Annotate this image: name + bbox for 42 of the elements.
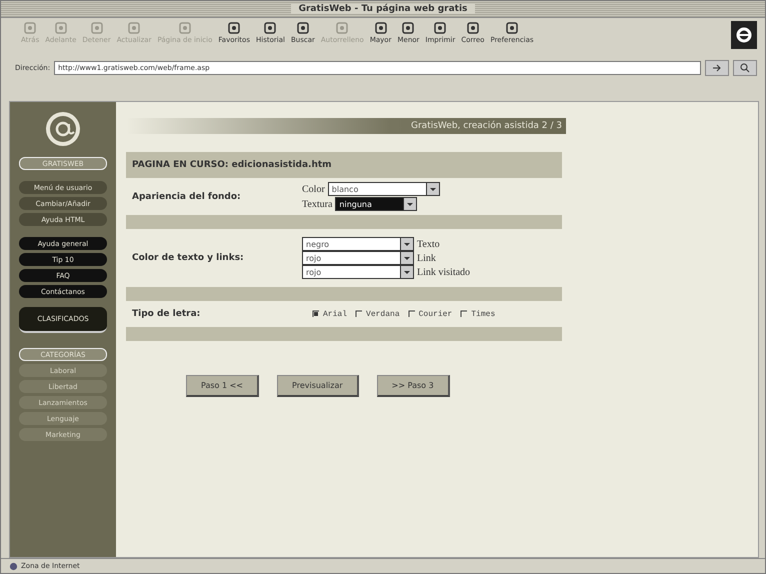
radio-option[interactable]: Arial [312, 310, 348, 318]
toolbar-glyph-icon [263, 21, 278, 35]
toolbar-glyph-icon [90, 21, 104, 35]
arrow-icon [711, 63, 723, 73]
field-label: Link [417, 252, 436, 264]
toolbar-glyph-icon [433, 21, 448, 35]
font-label: Tipo de letra: [132, 309, 202, 319]
dropdown[interactable]: rojo [302, 251, 414, 265]
dropdown[interactable]: blanco [328, 182, 440, 196]
radio-option[interactable]: Times [460, 310, 496, 318]
toolbar-glyph-icon [54, 21, 68, 35]
go-button[interactable] [705, 60, 729, 76]
toolbar-glyph-icon [127, 21, 142, 35]
field-label: Link visitado [417, 266, 470, 278]
toolbar-glyph-icon [466, 21, 480, 35]
toolbar-glyph-icon [296, 21, 310, 35]
current-page-heading: PAGINA EN CURSO: edicionasistida.htm [126, 152, 562, 178]
toolbar-glyph-icon [401, 21, 416, 35]
toolbar-glyph-icon [505, 21, 520, 35]
search-button[interactable] [733, 60, 757, 76]
field-label: Texto [417, 238, 440, 250]
radio-option[interactable]: Courier [408, 310, 452, 318]
form-button[interactable]: >> Paso 3 [376, 375, 450, 397]
dropdown[interactable]: rojo [302, 265, 414, 279]
field-label: Color [302, 184, 325, 194]
browser-logo-icon [731, 21, 757, 49]
at-sign-logo-icon [44, 110, 82, 148]
dropdown[interactable]: ninguna [335, 197, 418, 211]
toolbar-glyph-icon [227, 21, 242, 35]
radio-option[interactable]: Verdana [355, 310, 400, 318]
dropdown[interactable]: negro [302, 237, 414, 251]
form-button[interactable]: Previsualizar [277, 375, 359, 397]
toolbar-glyph-icon [23, 21, 38, 35]
search-icon [740, 63, 750, 73]
form-button[interactable]: Paso 1 << [186, 375, 260, 397]
toolbar-glyph-icon [374, 21, 388, 35]
text-colors-label: Color de texto y links: [132, 253, 245, 263]
toolbar-glyph-icon [335, 21, 350, 35]
toolbar-glyph-icon [178, 21, 192, 35]
field-label: Textura [302, 198, 332, 210]
background-label: Apariencia del fondo: [132, 192, 242, 202]
window-title: GratisWeb - Tu página web gratis [290, 4, 476, 14]
